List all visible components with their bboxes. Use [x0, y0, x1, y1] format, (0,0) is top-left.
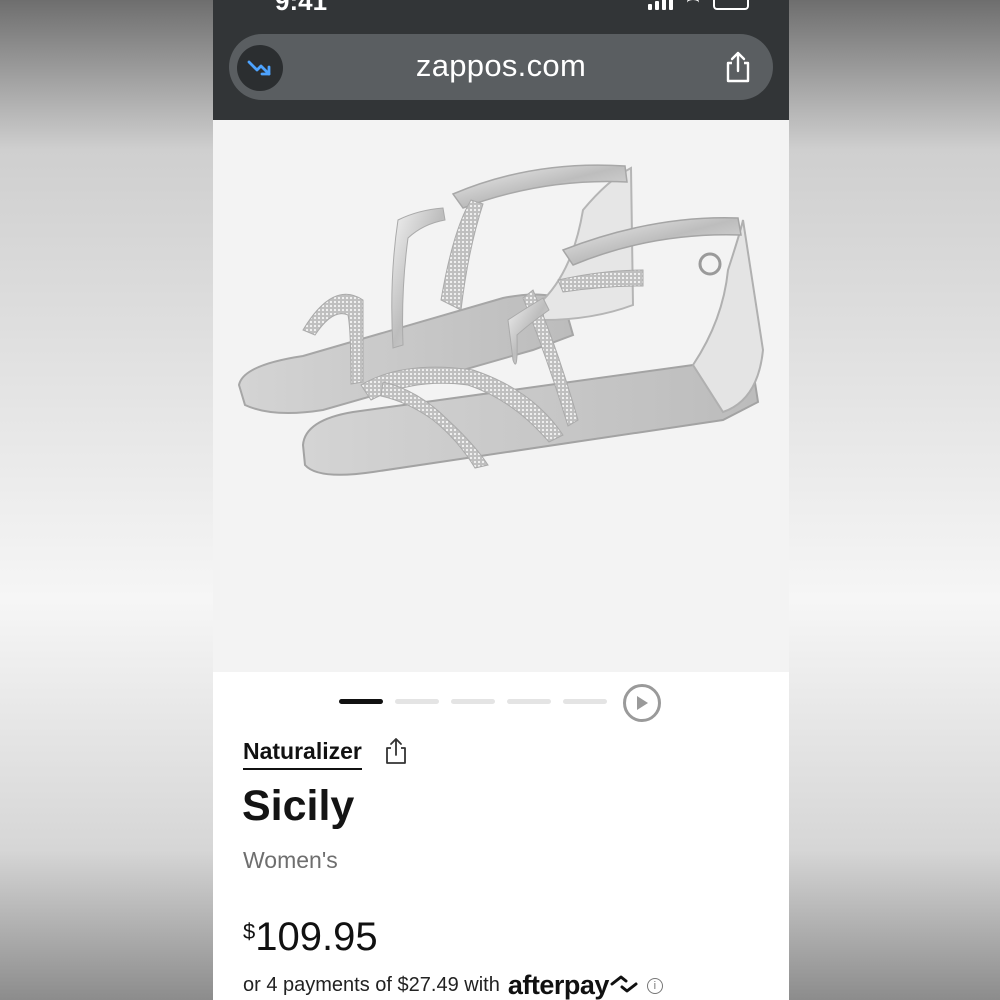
share-icon[interactable]: [723, 50, 753, 89]
product-title: Sicily: [242, 782, 355, 830]
gallery-dot-3[interactable]: [451, 699, 495, 704]
afterpay-logo[interactable]: afterpay: [508, 970, 639, 1000]
product-image[interactable]: [213, 120, 789, 672]
gallery-dot-1[interactable]: [339, 699, 383, 704]
gallery-dot-4[interactable]: [507, 699, 551, 704]
installments-text: or 4 payments of $27.49 with: [243, 974, 500, 996]
wifi-icon: [687, 0, 699, 10]
play-icon[interactable]: [623, 684, 661, 722]
price-currency: $: [243, 919, 256, 944]
share-icon[interactable]: [384, 737, 408, 770]
afterpay-label: afterpay: [507, 970, 610, 1000]
status-time: 9:41: [275, 0, 328, 16]
backdrop-left: [0, 0, 213, 1000]
cellular-signal-icon: [648, 0, 673, 10]
product-price: $109.95: [243, 915, 378, 960]
phone-screen: 9:41 zappos.com Naturalizer Sicily Women…: [213, 0, 789, 1000]
afterpay-arrows-icon: [610, 975, 638, 993]
brand-row: Naturalizer: [243, 737, 408, 770]
address-bar[interactable]: zappos.com: [229, 34, 773, 100]
gallery-pagination: [213, 683, 789, 722]
gallery-dot-2[interactable]: [395, 699, 439, 704]
backdrop-right: [789, 0, 1000, 1000]
product-gender: Women's: [243, 847, 338, 873]
info-icon[interactable]: i: [646, 977, 663, 994]
battery-icon: [713, 0, 749, 10]
browser-top-bar: 9:41 zappos.com: [213, 0, 789, 120]
gallery-dot-5[interactable]: [563, 699, 607, 704]
url-text[interactable]: zappos.com: [229, 48, 773, 84]
installments-row: or 4 payments of $27.49 with afterpay i: [243, 970, 663, 1000]
price-amount: 109.95: [255, 915, 378, 959]
status-icons: [648, 0, 749, 10]
brand-link[interactable]: Naturalizer: [243, 738, 362, 770]
